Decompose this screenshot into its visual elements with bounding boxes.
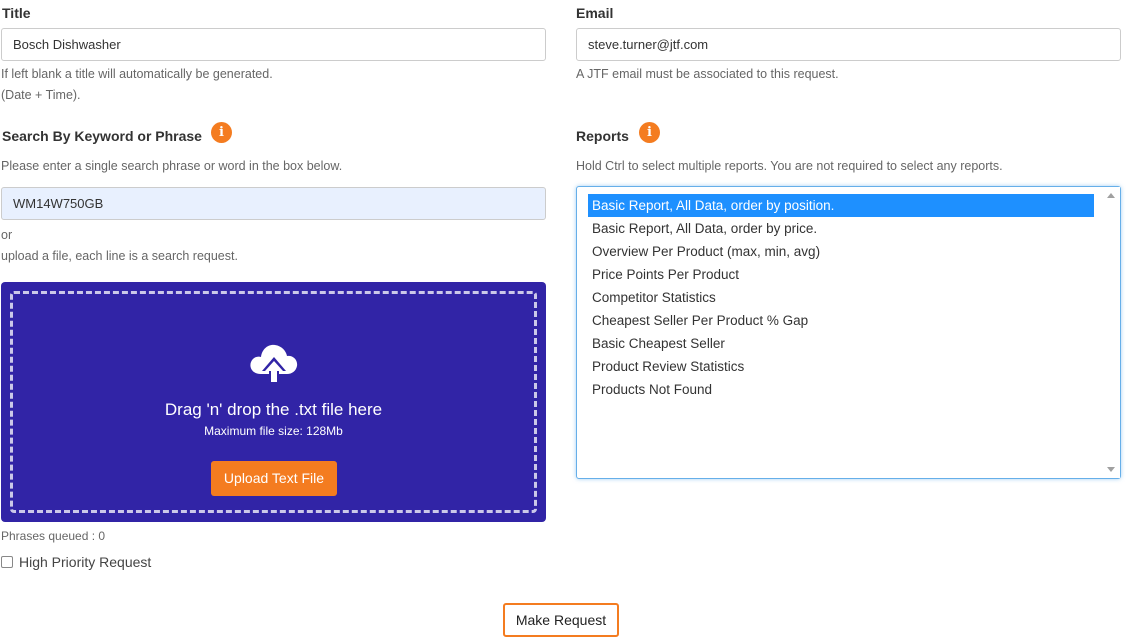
email-input[interactable]: steve.turner@jtf.com [576,28,1121,61]
search-info-icon[interactable]: i [211,122,232,143]
search-help: Please enter a single search phrase or w… [1,159,343,173]
report-option[interactable]: Competitor Statistics [588,286,1094,309]
upload-text-file-button[interactable]: Upload Text File [211,461,337,496]
or-text: or [1,228,13,242]
search-label: Search By Keyword or Phrase [2,128,202,144]
report-option[interactable]: Overview Per Product (max, min, avg) [588,240,1094,263]
dropzone-subtitle: Maximum file size: 128Mb [204,424,343,438]
file-dropzone[interactable]: Drag 'n' drop the .txt file here Maximum… [1,282,546,522]
scroll-down-arrow-icon[interactable] [1107,467,1115,472]
report-option[interactable]: Product Review Statistics [588,355,1094,378]
title-input[interactable]: Bosch Dishwasher [1,28,546,61]
reports-help: Hold Ctrl to select multiple reports. Yo… [576,159,1003,173]
title-help-line2: (Date + Time). [1,88,81,102]
reports-info-icon[interactable]: i [639,122,660,143]
make-request-button[interactable]: Make Request [503,603,619,637]
cloud-upload-icon [250,344,298,384]
dropzone-title: Drag 'n' drop the .txt file here [164,400,383,419]
reports-label: Reports [576,128,629,144]
email-label: Email [576,5,614,21]
email-help: A JTF email must be associated to this r… [576,67,839,81]
search-input[interactable]: WM14W750GB [1,187,546,220]
phrases-queued: Phrases queued : 0 [1,529,106,543]
report-option[interactable]: Basic Cheapest Seller [588,332,1094,355]
reports-select[interactable]: Basic Report, All Data, order by positio… [576,186,1121,479]
title-label: Title [2,5,31,21]
high-priority-label[interactable]: High Priority Request [19,554,151,570]
report-option[interactable]: Basic Report, All Data, order by price. [588,217,1094,240]
report-option[interactable]: Price Points Per Product [588,263,1094,286]
title-help-line1: If left blank a title will automatically… [1,67,273,81]
report-option[interactable]: Cheapest Seller Per Product % Gap [588,309,1094,332]
priority-row[interactable]: High Priority Request [1,553,151,571]
upload-hint: upload a file, each line is a search req… [1,249,238,263]
reports-scrollbar[interactable] [1103,187,1120,478]
report-option[interactable]: Products Not Found [588,378,1094,401]
high-priority-checkbox[interactable] [1,556,13,568]
report-option[interactable]: Basic Report, All Data, order by positio… [588,194,1094,217]
scroll-up-arrow-icon[interactable] [1107,193,1115,198]
